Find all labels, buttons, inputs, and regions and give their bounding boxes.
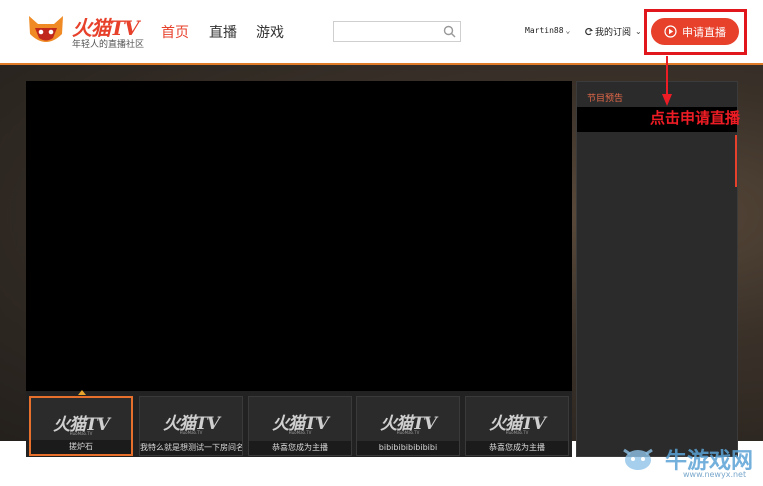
schedule-scrollbar[interactable] — [735, 135, 737, 187]
video-player[interactable] — [26, 81, 572, 391]
nav-live[interactable]: 直播 — [209, 22, 237, 42]
thumbnail-sublogo: HuoMao.TV — [396, 430, 420, 435]
chevron-down-icon: ⌄ — [565, 26, 571, 35]
annotation-text: 点击申请直播 — [650, 109, 741, 127]
nav-home[interactable]: 首页 — [161, 22, 189, 42]
thumbnail-sublogo: HuoMao.TV — [505, 430, 529, 435]
refresh-icon — [585, 28, 593, 36]
apply-live-button[interactable]: 申请直播 — [651, 18, 739, 45]
chevron-down-icon: ⌄ — [635, 27, 642, 36]
thumbnail-caption: 我特么就是想测试一下房间名 — [140, 441, 242, 455]
thumbnail-sublogo: HuoMao.TV — [288, 430, 312, 435]
subscriptions-label: 我的订阅 — [595, 28, 632, 38]
watermark-url: www.newyx.net — [683, 470, 747, 479]
thumbnail-sublogo: HuoMao.TV — [179, 430, 203, 435]
nav-games[interactable]: 游戏 — [256, 22, 284, 42]
thumbnail-item[interactable]: 火猫TV HuoMao.TV 我特么就是想测试一下房间名 — [139, 396, 243, 456]
apply-live-label: 申请直播 — [682, 25, 726, 39]
mascot-watermark-icon — [623, 448, 653, 470]
thumbnail-caption: 恭喜您成为主播 — [466, 441, 568, 455]
thumbnail-item[interactable]: 火猫TV HuoMao.TV 恭喜您成为主播 — [248, 396, 352, 456]
fire-cat-logo-icon[interactable] — [26, 12, 66, 48]
thumbnail-caption: bibibibibibibibi — [357, 441, 459, 455]
thumbnail-item[interactable]: 火猫TV HuoMao.TV 恭喜您成为主播 — [465, 396, 569, 456]
user-name: Martin88 — [525, 26, 564, 35]
subscriptions-menu[interactable]: 我的订阅 ⌄ — [584, 25, 642, 38]
arrow-down-icon — [662, 56, 672, 106]
header: 火猫TV 年轻人的直播社区 首页 直播 游戏 Martin88 ⌄ 我的订阅 ⌄ … — [0, 0, 763, 65]
thumbnail-item[interactable]: 火猫TV HuoMao.TV 搓炉石 — [29, 396, 133, 456]
thumbnail-caption: 恭喜您成为主播 — [249, 441, 351, 455]
play-icon — [664, 25, 677, 38]
brand-slogan: 年轻人的直播社区 — [72, 40, 145, 50]
schedule-title: 节目预告 — [587, 94, 624, 104]
active-pointer-icon — [78, 390, 86, 395]
search-icon[interactable] — [443, 25, 456, 38]
thumbnail-sublogo: HuoMao.TV — [69, 431, 93, 436]
search-input[interactable] — [333, 21, 461, 42]
thumbnail-caption: 搓炉石 — [31, 440, 131, 454]
thumbnail-item[interactable]: 火猫TV HuoMao.TV bibibibibibibibi — [356, 396, 460, 456]
user-menu[interactable]: Martin88 ⌄ — [525, 26, 570, 35]
schedule-panel: 节目预告 — [576, 81, 738, 457]
